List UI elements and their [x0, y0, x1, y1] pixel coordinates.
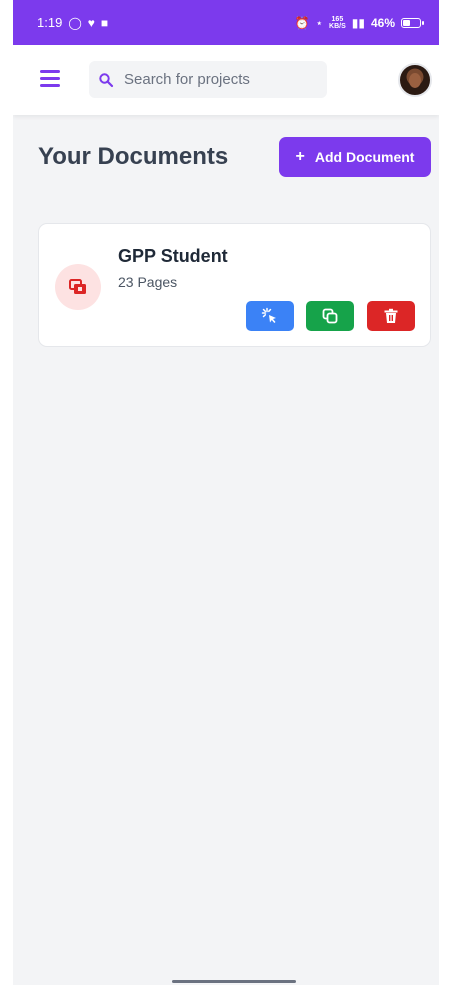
battery-percent: 46%	[370, 15, 395, 30]
app-header	[13, 45, 439, 115]
status-time: 1:19	[37, 15, 63, 30]
page-title: Your Documents	[38, 143, 229, 170]
documents-icon	[69, 279, 86, 294]
document-title: GPP Student	[118, 246, 228, 266]
copy-icon	[322, 308, 338, 324]
net-speed-unit: KB/S	[329, 22, 346, 30]
add-document-button[interactable]: + Add Document	[279, 137, 431, 177]
status-bar-left: 1:19 ◯ ♥ ■	[37, 15, 108, 30]
status-bar-right: ⏰ ⋆ 165 KB/S ▮▮ 46%	[294, 15, 424, 30]
delete-document-button[interactable]	[367, 301, 415, 331]
avatar-face	[409, 73, 421, 88]
net-speed-value: 165	[331, 15, 344, 23]
document-icon-badge	[55, 264, 101, 310]
status-bar: 1:19 ◯ ♥ ■ ⏰ ⋆ 165 KB/S ▮▮ 46%	[13, 0, 439, 45]
alarm-icon: ⏰	[294, 15, 310, 30]
signal-icon: ▮▮	[351, 15, 365, 30]
hamburger-menu-icon[interactable]	[40, 70, 60, 88]
whatsapp-icon: ◯	[68, 15, 82, 30]
net-speed: 165 KB/S	[329, 16, 346, 30]
battery-icon	[401, 17, 424, 28]
search-input[interactable]	[122, 70, 326, 89]
document-card[interactable]: GPP Student 23 Pages	[38, 223, 431, 347]
copy-document-button[interactable]	[306, 301, 354, 331]
document-page-count: 23 Pages	[118, 274, 178, 290]
add-document-label: Add Document	[314, 149, 415, 165]
home-indicator[interactable]	[172, 980, 296, 983]
open-document-button[interactable]	[246, 301, 294, 331]
avatar[interactable]	[398, 63, 432, 97]
app-notification-icon: ■	[100, 15, 109, 30]
trash-icon	[384, 308, 398, 323]
bluetooth-icon: ⋆	[315, 15, 324, 30]
search-bar[interactable]	[89, 61, 327, 98]
search-icon	[99, 72, 114, 87]
cursor-click-icon	[261, 307, 276, 323]
app-screen: 1:19 ◯ ♥ ■ ⏰ ⋆ 165 KB/S ▮▮ 46% Search fo…	[13, 0, 439, 985]
chat-icon: ♥	[87, 15, 95, 30]
moon-icon[interactable]	[355, 69, 375, 89]
plus-icon: +	[295, 148, 305, 165]
